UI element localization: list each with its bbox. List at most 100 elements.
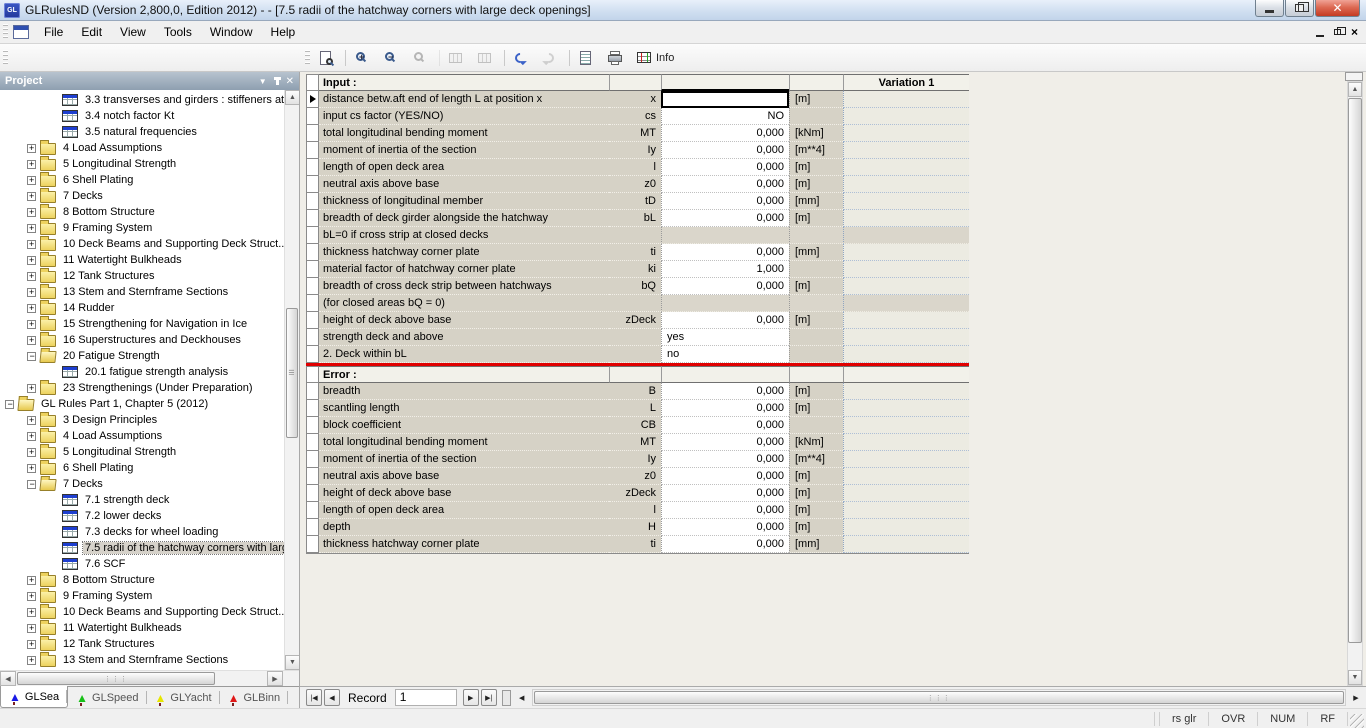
toolbar-button[interactable] (141, 46, 167, 70)
minimize-button[interactable] (1255, 0, 1284, 17)
toolbar-button[interactable] (37, 46, 63, 70)
tree-item[interactable]: 12 Tank Structures (0, 636, 299, 652)
expand-toggle[interactable] (27, 352, 36, 361)
expand-toggle[interactable] (27, 592, 36, 601)
ruleset-tab[interactable]: ▲ GLSpeed (68, 687, 146, 708)
tree-item[interactable]: 3 Design Principles (0, 412, 299, 428)
tree-item[interactable]: 6 Shell Plating (0, 172, 299, 188)
expand-toggle[interactable] (27, 656, 36, 665)
toolbar-button[interactable] (537, 46, 566, 70)
row-selector[interactable] (306, 142, 319, 159)
row-value-cell[interactable]: NO (661, 108, 789, 125)
toolbar-button[interactable] (472, 46, 501, 70)
tree-item[interactable]: 12 Tank Structures (0, 268, 299, 284)
row-selector[interactable] (306, 519, 319, 536)
row-value-cell[interactable]: 0,000 (661, 485, 789, 502)
row-selector[interactable] (306, 261, 319, 278)
next-record-button[interactable]: ▶ (463, 689, 479, 706)
row-variation-cell[interactable] (843, 278, 969, 295)
scrollbar-split-box[interactable] (1345, 72, 1363, 81)
row-variation-cell[interactable] (843, 346, 969, 363)
ruleset-tab[interactable]: ▲ GLYacht (147, 687, 220, 708)
expand-toggle[interactable] (27, 224, 36, 233)
worksheet-vertical-scrollbar[interactable]: ▲ ▼ (1347, 81, 1363, 686)
tree-item[interactable]: 10 Deck Beams and Supporting Deck Struct… (0, 604, 299, 620)
toolbar-button[interactable] (443, 46, 472, 70)
row-variation-cell[interactable] (843, 159, 969, 176)
menu-item[interactable]: Help (262, 21, 305, 43)
row-variation-cell[interactable] (843, 244, 969, 261)
row-selector[interactable] (306, 312, 319, 329)
scroll-right-icon[interactable]: ▶ (267, 671, 283, 686)
tree-item[interactable]: 16 Superstructures and Deckhouses (0, 332, 299, 348)
close-button[interactable]: ✕ (1315, 0, 1360, 17)
row-value-cell[interactable]: 0,000 (661, 502, 789, 519)
row-variation-cell[interactable] (843, 193, 969, 210)
toolbar-button[interactable] (193, 46, 219, 70)
tree-item[interactable]: 13 Stem and Sternframe Sections (0, 284, 299, 300)
tree-item[interactable]: 7.5 radii of the hatchway corners with l… (0, 540, 299, 556)
tree-item[interactable]: 10 Deck Beams and Supporting Deck Struct… (0, 236, 299, 252)
row-variation-cell[interactable] (843, 91, 969, 108)
row-selector[interactable] (306, 295, 319, 312)
expand-toggle[interactable] (27, 272, 36, 281)
restore-button[interactable] (1285, 0, 1314, 17)
row-variation-cell[interactable] (843, 210, 969, 227)
mdi-minimize-icon[interactable] (1316, 35, 1324, 37)
expand-toggle[interactable] (27, 304, 36, 313)
worksheet-horizontal-scrollbar[interactable]: ⋮⋮⋮ (532, 689, 1346, 706)
row-variation-cell[interactable] (843, 400, 969, 417)
row-variation-cell[interactable] (843, 108, 969, 125)
resize-grip[interactable] (1350, 714, 1364, 728)
expand-toggle[interactable] (27, 160, 36, 169)
row-variation-cell[interactable] (843, 519, 969, 536)
toolbar-button[interactable]: − (378, 46, 407, 70)
toolbar-grip[interactable] (3, 50, 8, 66)
expand-toggle[interactable] (27, 144, 36, 153)
tree-item[interactable]: 7.2 lower decks (0, 508, 299, 524)
tree-item[interactable]: 11 Watertight Bulkheads (0, 252, 299, 268)
row-selector[interactable] (306, 468, 319, 485)
tree-vertical-scrollbar[interactable]: ▲ ☰ ▼ (284, 90, 299, 670)
tree-item[interactable]: 7.1 strength deck (0, 492, 299, 508)
previous-record-button[interactable]: ◀ (324, 689, 340, 706)
row-selector[interactable] (306, 400, 319, 417)
row-selector[interactable] (306, 108, 319, 125)
row-value-cell[interactable]: 0,000 (661, 400, 789, 417)
toolbar-button[interactable] (219, 46, 245, 70)
row-variation-cell[interactable] (843, 261, 969, 278)
row-selector[interactable] (306, 125, 319, 142)
expand-toggle[interactable] (27, 288, 36, 297)
row-value-cell[interactable]: 0,000 (661, 278, 789, 295)
tree-item[interactable]: 8 Bottom Structure (0, 572, 299, 588)
toolbar-button[interactable] (89, 46, 115, 70)
mdi-restore-icon[interactable] (1334, 29, 1341, 35)
row-value-cell[interactable]: 0,000 (661, 383, 789, 400)
toolbar-button[interactable] (573, 46, 602, 70)
row-selector[interactable] (306, 278, 319, 295)
expand-toggle[interactable] (27, 640, 36, 649)
row-value-cell[interactable]: yes (661, 329, 789, 346)
row-value-cell[interactable]: 0,000 (661, 159, 789, 176)
scroll-down-icon[interactable]: ▼ (285, 655, 299, 670)
tree-item[interactable]: 3.5 natural frequencies (0, 124, 299, 140)
row-selector[interactable] (306, 329, 319, 346)
tree-item[interactable]: 5 Longitudinal Strength (0, 156, 299, 172)
tree-item[interactable]: 7 Decks (0, 476, 299, 492)
expand-toggle[interactable] (27, 464, 36, 473)
tree-item[interactable]: 11 Watertight Bulkheads (0, 620, 299, 636)
tree-item[interactable]: 4 Load Assumptions (0, 428, 299, 444)
tree-item[interactable]: 14 Rudder (0, 300, 299, 316)
menu-item[interactable]: Tools (155, 21, 201, 43)
row-variation-cell[interactable] (843, 312, 969, 329)
row-value-cell[interactable] (661, 295, 789, 312)
expand-toggle[interactable] (27, 192, 36, 201)
row-value-cell[interactable]: 1,000 (661, 261, 789, 278)
document-icon[interactable] (13, 25, 29, 39)
first-record-button[interactable]: |◀ (306, 689, 322, 706)
row-variation-cell[interactable] (843, 502, 969, 519)
row-selector[interactable] (306, 434, 319, 451)
toolbar-button[interactable] (602, 46, 631, 70)
expand-toggle[interactable] (5, 400, 14, 409)
pin-icon[interactable] (276, 77, 279, 85)
